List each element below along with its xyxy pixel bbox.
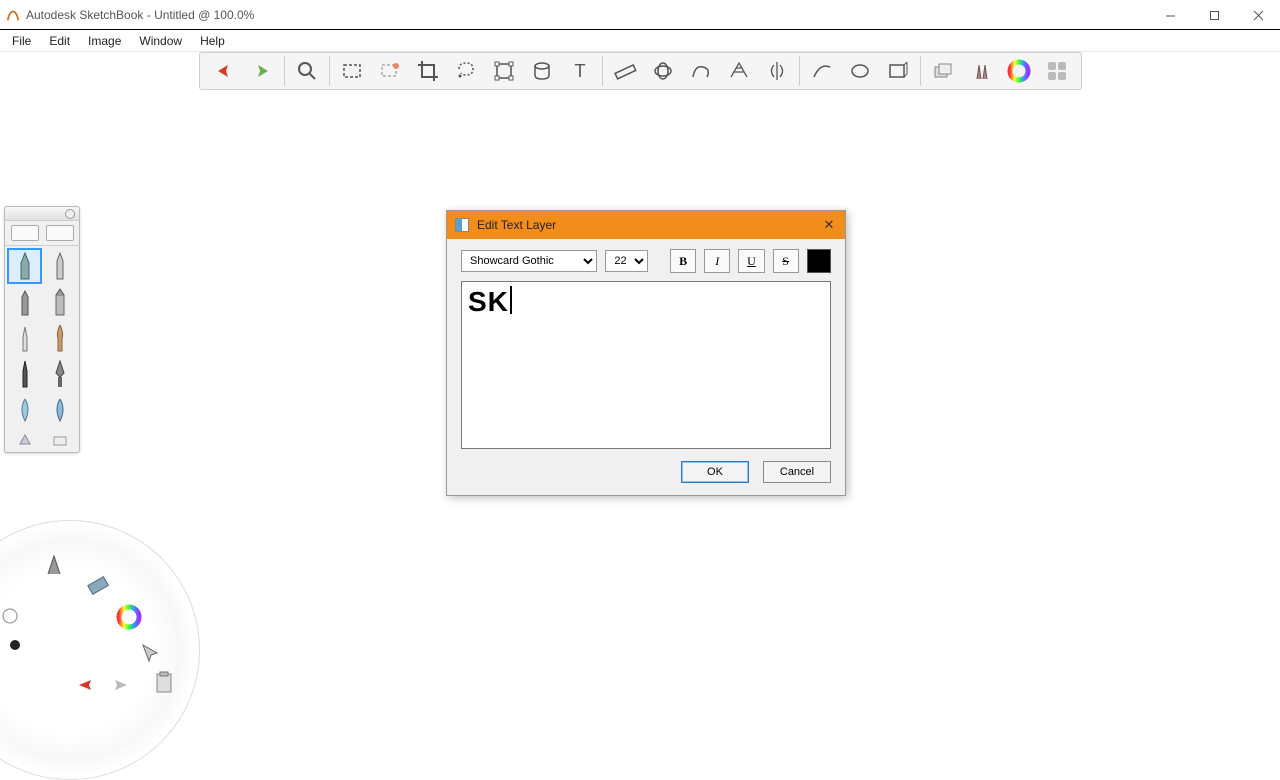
separator <box>602 56 603 86</box>
lagoon-select-icon[interactable] <box>136 638 166 668</box>
undo-button[interactable] <box>206 54 242 88</box>
window-controls <box>1148 0 1280 30</box>
brush-eraser-soft[interactable] <box>7 432 42 450</box>
perspective-button[interactable] <box>721 54 757 88</box>
lagoon-layers-icon[interactable] <box>0 602 26 632</box>
symmetry-button[interactable] <box>759 54 795 88</box>
svg-text:T: T <box>574 61 585 81</box>
select-add-button[interactable] <box>372 54 408 88</box>
brush-grid <box>5 246 79 430</box>
lagoon-eraser-icon[interactable] <box>84 570 114 600</box>
maximize-button[interactable] <box>1192 0 1236 30</box>
dialog-buttons: OK Cancel <box>461 461 831 483</box>
rectangle-button[interactable] <box>880 54 916 88</box>
font-family-select[interactable]: Showcard Gothic <box>461 250 597 272</box>
layers-button[interactable] <box>925 54 961 88</box>
underline-button[interactable]: U <box>738 249 764 273</box>
close-button[interactable] <box>1236 0 1280 30</box>
lagoon-undo-icon[interactable] <box>70 670 100 700</box>
zoom-button[interactable] <box>289 54 325 88</box>
brush-paintbrush[interactable] <box>42 320 77 356</box>
fill-button[interactable] <box>524 54 560 88</box>
menu-image[interactable]: Image <box>80 32 129 50</box>
brush-smudge[interactable] <box>7 392 42 428</box>
brush-blur[interactable] <box>42 392 77 428</box>
lasso-button[interactable] <box>448 54 484 88</box>
separator <box>329 56 330 86</box>
lagoon-ring <box>0 520 200 780</box>
separator <box>799 56 800 86</box>
brush-settings-icon[interactable] <box>11 225 39 241</box>
ok-button[interactable]: OK <box>681 461 749 483</box>
separator <box>284 56 285 86</box>
line-button[interactable] <box>804 54 840 88</box>
brush-palette-header[interactable] <box>5 207 79 221</box>
ellipse-guide-button[interactable] <box>645 54 681 88</box>
app-icon <box>6 8 20 22</box>
redo-button[interactable] <box>244 54 280 88</box>
french-curve-button[interactable] <box>683 54 719 88</box>
font-size-select[interactable]: 22 <box>605 250 648 272</box>
brush-eraser-hard[interactable] <box>42 432 77 450</box>
dialog-title-text: Edit Text Layer <box>477 218 556 232</box>
cancel-button[interactable]: Cancel <box>763 461 831 483</box>
select-rect-button[interactable] <box>334 54 370 88</box>
color-wheel-button[interactable] <box>1001 54 1037 88</box>
edit-text-dialog: Edit Text Layer ✕ Showcard Gothic 22 B I… <box>446 210 846 496</box>
dialog-body: Showcard Gothic 22 B I U S SK OK Cancel <box>447 239 845 495</box>
brush-palette-controls <box>5 221 79 246</box>
brush-pencil[interactable] <box>7 248 42 284</box>
text-input-area[interactable]: SK <box>461 281 831 449</box>
separator <box>920 56 921 86</box>
italic-button[interactable]: I <box>704 249 730 273</box>
brush-pen[interactable] <box>42 248 77 284</box>
main-toolbar: T <box>199 52 1082 90</box>
dialog-icon <box>455 218 469 232</box>
dialog-close-button[interactable]: ✕ <box>819 215 839 235</box>
brush-library-button[interactable] <box>963 54 999 88</box>
crop-button[interactable] <box>410 54 446 88</box>
brush-chisel[interactable] <box>42 284 77 320</box>
brush-nib[interactable] <box>42 356 77 392</box>
brush-grid-last <box>5 430 79 452</box>
ruler-button[interactable] <box>607 54 643 88</box>
titlebar: Autodesk SketchBook - Untitled @ 100.0% <box>0 0 1280 30</box>
menu-edit[interactable]: Edit <box>41 32 78 50</box>
lagoon-brush-icon[interactable] <box>40 550 70 580</box>
ellipse-button[interactable] <box>842 54 878 88</box>
lagoon-redo-icon[interactable] <box>106 670 136 700</box>
text-cursor <box>510 286 512 314</box>
bold-button[interactable]: B <box>670 249 696 273</box>
transform-button[interactable] <box>486 54 522 88</box>
lagoon-color-icon[interactable] <box>114 602 144 632</box>
pin-icon[interactable] <box>65 209 75 219</box>
minimize-button[interactable] <box>1148 0 1192 30</box>
lagoon-clipboard-icon[interactable] <box>150 668 180 698</box>
menubar: File Edit Image Window Help <box>0 30 1280 52</box>
brush-airbrush[interactable] <box>7 320 42 356</box>
text-button[interactable]: T <box>562 54 598 88</box>
ui-toggle-button[interactable] <box>1039 54 1075 88</box>
strikethrough-button[interactable]: S <box>773 249 799 273</box>
menu-help[interactable]: Help <box>192 32 233 50</box>
menu-file[interactable]: File <box>4 32 39 50</box>
text-value: SK <box>468 286 509 317</box>
menu-window[interactable]: Window <box>131 32 190 50</box>
text-color-swatch[interactable] <box>807 249 831 273</box>
font-row: Showcard Gothic 22 B I U S <box>461 249 831 273</box>
brush-palette[interactable] <box>4 206 80 453</box>
brush-marker[interactable] <box>7 284 42 320</box>
lagoon-dot-icon[interactable] <box>0 630 30 660</box>
dialog-titlebar[interactable]: Edit Text Layer ✕ <box>447 211 845 239</box>
window-title: Autodesk SketchBook - Untitled @ 100.0% <box>26 8 254 22</box>
toolbar-container: T <box>0 52 1280 92</box>
brush-ink[interactable] <box>7 356 42 392</box>
brush-library-icon[interactable] <box>46 225 74 241</box>
lagoon-menu[interactable] <box>0 520 200 780</box>
